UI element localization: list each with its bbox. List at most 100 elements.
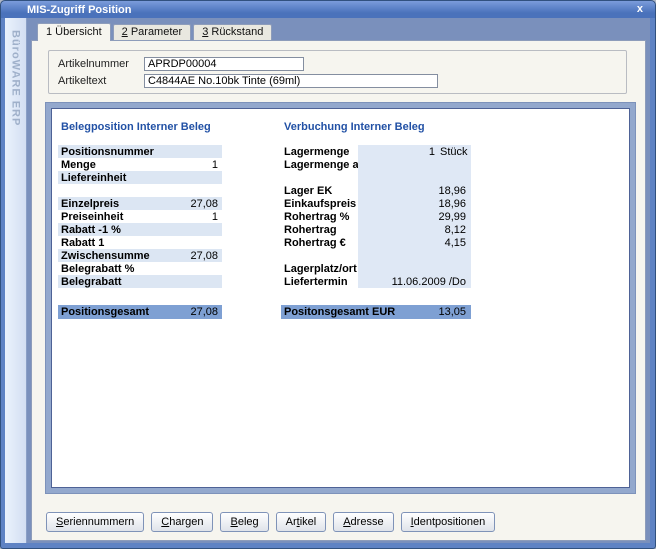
- row-label: Belegrabatt %: [58, 263, 164, 275]
- table-row: Menge1: [58, 158, 222, 171]
- left-rows: PositionsnummerMenge1LiefereinheitEinzel…: [58, 145, 222, 319]
- button-identpositionen[interactable]: Identpositionen: [401, 512, 496, 532]
- row-value: 1: [164, 159, 222, 171]
- row-value: 27,08: [164, 306, 222, 318]
- artikelnummer-row: Artikelnummer: [58, 55, 617, 72]
- tab-rueckstand[interactable]: 3 Rückstand: [193, 24, 272, 40]
- row-value: 18,96: [358, 185, 471, 197]
- table-row: Zwischensumme27,08: [58, 249, 222, 262]
- row-value: 18,96: [358, 198, 471, 210]
- tab-uebersicht[interactable]: 1 Übersicht: [37, 23, 111, 41]
- article-group: Artikelnummer Artikeltext: [48, 50, 627, 94]
- table-row: Einzelpreis27,08: [58, 197, 222, 210]
- row-label: Zwischensumme: [58, 250, 164, 262]
- row-spacer: [281, 249, 471, 262]
- app-window: MIS-Zugriff Position x BüroWARE ERP 1 Üb…: [0, 0, 656, 549]
- close-icon[interactable]: x: [637, 4, 643, 15]
- button-adresse[interactable]: Adresse: [333, 512, 393, 532]
- belegposition-column: Belegposition Interner Beleg Positionsnu…: [58, 121, 222, 487]
- row-spacer: [58, 288, 222, 297]
- verbuchung-column: Verbuchung Interner Beleg Lagermenge1Stü…: [281, 121, 471, 487]
- table-row: Belegrabatt %: [58, 262, 222, 275]
- table-row: Rohertrag8,12: [281, 223, 471, 236]
- row-value-block: 18,96: [358, 184, 471, 197]
- row-label: Positionsgesamt: [58, 306, 164, 318]
- row-label: Rohertrag %: [281, 211, 358, 223]
- table-row: Lagermenge altern.: [281, 158, 471, 171]
- tab-page-uebersicht: Artikelnummer Artikeltext Belegposition …: [31, 40, 646, 541]
- row-label: Positonsgesamt EUR: [281, 306, 395, 318]
- table-row: Rabatt 1: [58, 236, 222, 249]
- row-value-block: [358, 171, 471, 184]
- button-artikel[interactable]: Artikel: [276, 512, 327, 532]
- window-title: MIS-Zugriff Position: [27, 4, 637, 16]
- panel-band: Belegposition Interner Beleg Positionsnu…: [45, 102, 636, 494]
- titlebar: MIS-Zugriff Position x: [1, 1, 655, 18]
- row-value-block: 29,99: [358, 210, 471, 223]
- table-row: Positionsgesamt27,08: [58, 305, 222, 319]
- window-client-area: BüroWARE ERP 1 Übersicht2 Parameter3 Rüc…: [5, 18, 650, 543]
- row-value: 11.06.2009 /Do: [358, 276, 471, 288]
- row-spacer: [281, 171, 471, 184]
- row-value: 27,08: [164, 198, 222, 210]
- row-label: Rohertrag €: [281, 237, 358, 249]
- button-seriennummern[interactable]: Seriennummern: [46, 512, 144, 532]
- row-spacer: [58, 184, 222, 197]
- right-rows: Lagermenge1StückLagermenge altern. Lager …: [281, 145, 471, 319]
- row-value-block: [358, 158, 471, 171]
- table-row: Liefertermin11.06.2009 /Do: [281, 275, 471, 288]
- row-value-block: 1Stück: [358, 145, 471, 158]
- row-value-block: 18,96: [358, 197, 471, 210]
- row-label: Positionsnummer: [58, 146, 164, 158]
- table-row: Rohertrag €4,15: [281, 236, 471, 249]
- row-value-block: 4,15: [358, 236, 471, 249]
- row-value: 1: [358, 146, 440, 158]
- row-label: Preiseinheit: [58, 211, 164, 223]
- table-row: Belegrabatt: [58, 275, 222, 288]
- tab-parameter[interactable]: 2 Parameter: [113, 24, 192, 40]
- table-row: Positonsgesamt EUR13,05: [281, 305, 471, 319]
- row-value: 4,15: [358, 237, 471, 249]
- table-row: Lagermenge1Stück: [281, 145, 471, 158]
- brand-label: BüroWARE ERP: [10, 30, 22, 126]
- row-value: 29,99: [358, 211, 471, 223]
- row-label: Liefertermin: [281, 276, 358, 288]
- row-spacer: [281, 288, 471, 297]
- row-label: Liefereinheit: [58, 172, 164, 184]
- row-value: 8,12: [358, 224, 471, 236]
- row-label: Rabatt 1: [58, 237, 164, 249]
- artikeltext-input[interactable]: [144, 74, 438, 88]
- sidebar-brand-strip: BüroWARE ERP: [5, 18, 27, 543]
- button-beleg[interactable]: Beleg: [220, 512, 268, 532]
- main-area: 1 Übersicht2 Parameter3 Rückstand Artike…: [27, 18, 650, 543]
- row-label: Rabatt -1 %: [58, 224, 164, 236]
- row-unit: Stück: [440, 146, 471, 158]
- row-label: Lagerplatz/ort: [281, 263, 358, 275]
- row-value-block: 8,12: [358, 223, 471, 236]
- button-bar: Seriennummern Chargen Beleg Artikel Adresse I…: [32, 510, 645, 540]
- row-label: Rohertrag: [281, 224, 358, 236]
- row-label: Einzelpreis: [58, 198, 164, 210]
- table-row: Positionsnummer: [58, 145, 222, 158]
- table-row: Rabatt -1 %: [58, 223, 222, 236]
- artikelnummer-label: Artikelnummer: [58, 58, 144, 70]
- artikeltext-label: Artikeltext: [58, 75, 144, 87]
- row-label: Belegrabatt: [58, 276, 164, 288]
- button-chargen[interactable]: Chargen: [151, 512, 213, 532]
- row-value-block: [358, 262, 471, 275]
- table-row: Lagerplatz/ort: [281, 262, 471, 275]
- row-value: 13,05: [395, 306, 471, 318]
- position-detail-panel: Belegposition Interner Beleg Positionsnu…: [51, 108, 630, 488]
- row-label: Einkaufspreis: [281, 198, 358, 210]
- row-value: 1: [164, 211, 222, 223]
- table-row: Rohertrag %29,99: [281, 210, 471, 223]
- table-row: Preiseinheit1: [58, 210, 222, 223]
- row-value: 27,08: [164, 250, 222, 262]
- table-row: Lager EK18,96: [281, 184, 471, 197]
- artikelnummer-input[interactable]: [144, 57, 304, 71]
- row-label: Menge: [58, 159, 164, 171]
- row-value-block: [358, 249, 471, 262]
- table-row: Liefereinheit: [58, 171, 222, 184]
- artikeltext-row: Artikeltext: [58, 72, 617, 89]
- row-value-block: 11.06.2009 /Do: [358, 275, 471, 288]
